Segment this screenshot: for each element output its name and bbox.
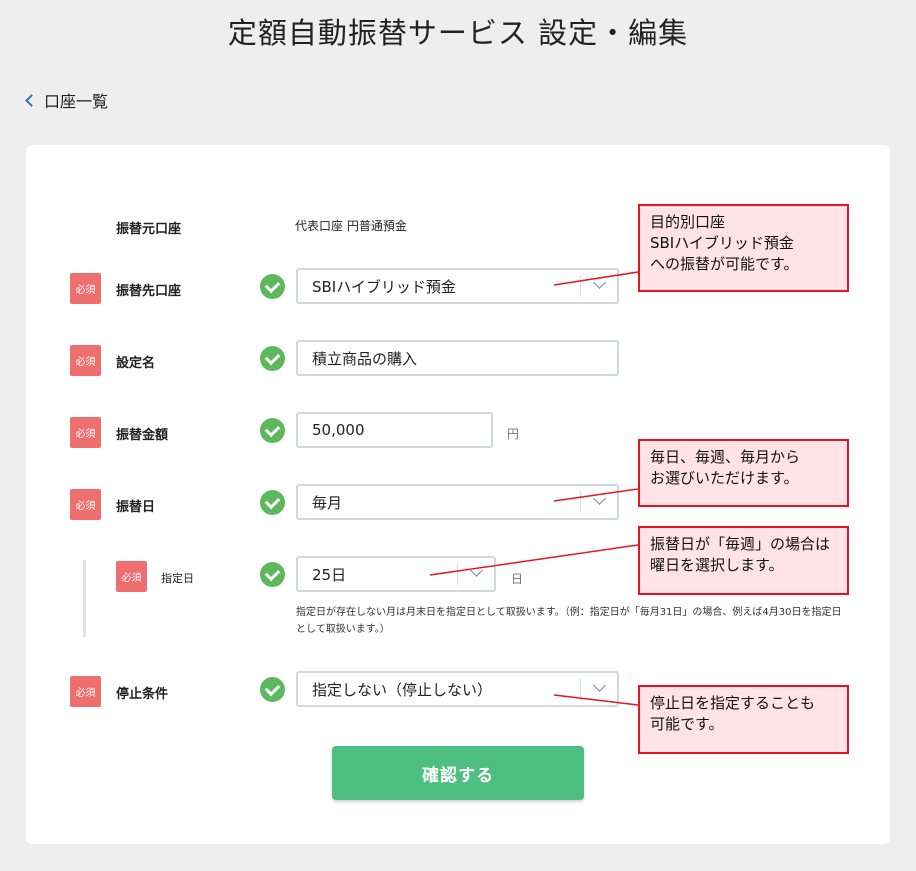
required-badge: 必須	[70, 345, 101, 376]
amount-input[interactable]: 50,000	[296, 412, 493, 448]
setting-name-row: 必須 設定名 積立商品の購入	[26, 340, 890, 381]
check-icon	[260, 418, 285, 443]
required-badge: 必須	[116, 561, 147, 592]
required-badge: 必須	[70, 273, 101, 304]
check-icon	[260, 677, 285, 702]
select-divider	[580, 275, 581, 297]
transfer-day-label: 振替日	[116, 500, 156, 515]
setting-name-label: 設定名	[116, 356, 156, 371]
stop-condition-select[interactable]: 指定しない（停止しない）	[296, 671, 619, 707]
check-icon	[260, 274, 285, 299]
source-account-value: 代表口座 円普通預金	[295, 219, 407, 233]
specified-day-unit: 日	[511, 572, 524, 586]
chevron-left-icon	[25, 93, 38, 107]
chevron-down-icon	[593, 276, 606, 289]
setting-name-input[interactable]: 積立商品の購入	[296, 340, 619, 376]
callout-destination: 目的別口座 SBIハイブリッド預金 への振替が可能です。	[638, 204, 849, 292]
destination-select[interactable]: SBIハイブリッド預金	[296, 268, 619, 304]
specified-day-note: 指定日が存在しない月は月末日を指定日として取扱います。（例：指定日が「毎月31日…	[296, 607, 842, 635]
select-divider	[457, 563, 458, 585]
specified-day-label: 指定日	[161, 572, 194, 585]
transfer-day-value: 毎月	[312, 493, 343, 512]
required-badge: 必須	[70, 489, 101, 520]
callout-weekly: 振替日が「毎週」の場合は 曜日を選択します。	[638, 526, 849, 595]
destination-value: SBIハイブリッド預金	[312, 277, 456, 296]
source-account-label: 振替元口座	[116, 222, 182, 237]
page-title: 定額自動振替サービス 設定・編集	[227, 16, 689, 50]
required-badge: 必須	[70, 676, 101, 707]
specified-day-select[interactable]: 25日	[296, 556, 496, 592]
chevron-down-icon	[470, 564, 483, 577]
select-divider	[580, 491, 581, 513]
transfer-day-select[interactable]: 毎月	[296, 484, 619, 520]
stop-condition-value: 指定しない（停止しない）	[312, 680, 493, 699]
select-divider	[580, 678, 581, 700]
confirm-button[interactable]: 確認する	[332, 746, 584, 800]
stop-condition-label: 停止条件	[116, 687, 169, 702]
check-icon	[260, 490, 285, 515]
amount-unit: 円	[507, 427, 520, 441]
chevron-down-icon	[593, 492, 606, 505]
check-icon	[260, 562, 285, 587]
amount-value: 50,000	[312, 421, 365, 439]
callout-frequency: 毎日、毎週、毎月から お選びいただけます。	[638, 439, 849, 507]
destination-label: 振替先口座	[116, 284, 182, 299]
chevron-down-icon	[593, 679, 606, 692]
setting-name-value: 積立商品の購入	[312, 349, 418, 368]
specified-day-value: 25日	[312, 565, 347, 584]
required-badge: 必須	[70, 417, 101, 448]
check-icon	[260, 346, 285, 371]
callout-stop: 停止日を指定することも 可能です。	[638, 685, 849, 754]
back-link-label: 口座一覧	[44, 92, 109, 111]
back-link[interactable]: 口座一覧	[24, 88, 108, 112]
amount-label: 振替金額	[116, 428, 169, 443]
